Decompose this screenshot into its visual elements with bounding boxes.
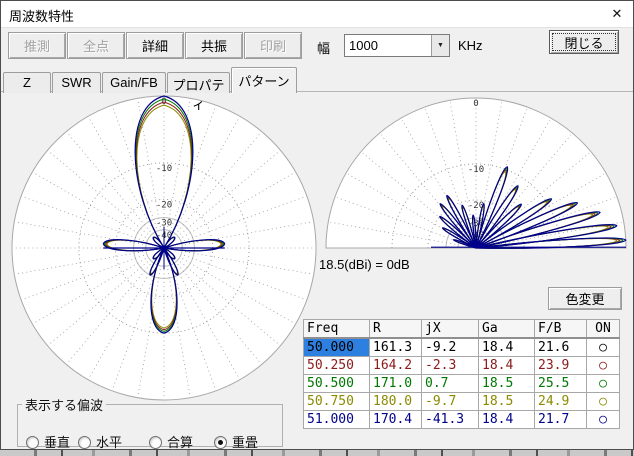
cell-jx[interactable]: -2.3 [422,357,479,375]
radio-circle-icon[interactable] [149,436,162,449]
cell-on[interactable]: ○ [587,338,620,357]
radio-circle-icon[interactable] [214,436,227,449]
table-header-jx: jX [422,320,479,339]
radio-horizontal[interactable]: 水平 [78,432,122,451]
frequency-characteristics-window: 周波数特性 ✕ 推測全点詳細共振印刷 幅 ▼ KHz 閉じる ZSWRGain/… [0,0,634,450]
cell-ga[interactable]: 18.4 [479,338,535,357]
tab-property[interactable]: プロパティ [167,72,230,93]
azimuth-pattern-chart: 0-10-20-30-40 [9,93,319,403]
table-row[interactable]: 50.250164.2-2.318.423.9○ [304,357,620,375]
cell-freq[interactable]: 50.750 [304,393,370,411]
cell-fb[interactable]: 25.5 [535,375,587,393]
radio-label: 重畳 [232,435,258,450]
table-header-ga: Ga [479,320,535,339]
cell-freq[interactable]: 51.000 [304,411,370,429]
svg-text:0: 0 [473,99,478,109]
unit-label: KHz [458,38,483,53]
table-header-r: R [370,320,422,339]
elevation-pattern-chart: 0-10-20-30-40 [321,95,631,253]
chevron-down-icon[interactable]: ▼ [431,35,449,56]
all-points-button: 全点 [67,32,125,59]
cell-fb[interactable]: 21.6 [535,338,587,357]
estimate-button: 推測 [8,32,66,59]
cell-jx[interactable]: 0.7 [422,375,479,393]
radio-sum[interactable]: 合算 [149,432,193,451]
cell-r[interactable]: 164.2 [370,357,422,375]
width-combobox[interactable]: ▼ [344,34,450,57]
cell-fb[interactable]: 24.9 [535,393,587,411]
cell-freq[interactable]: 50.000 [304,338,370,357]
width-label: 幅 [317,38,330,57]
radio-label: 水平 [96,435,122,450]
gain-reference-text: 18.5(dBi) = 0dB [319,257,410,272]
screen: 周波数特性 ✕ 推測全点詳細共振印刷 幅 ▼ KHz 閉じる ZSWRGain/… [0,0,634,456]
tab-gainfb[interactable]: Gain/FB [102,72,166,93]
tab-bar: ZSWRGain/FBプロパティパターン [3,67,298,92]
cell-fb[interactable]: 23.9 [535,357,587,375]
cell-ga[interactable]: 18.5 [479,375,535,393]
resonance-button[interactable]: 共振 [185,32,243,59]
polarization-group: 表示する偏波 垂直 水平 合算 重畳 [17,395,283,447]
cell-jx[interactable]: -9.2 [422,338,479,357]
table-row[interactable]: 50.750180.0-9.718.524.9○ [304,393,620,411]
table-header-fb: F/B [535,320,587,339]
cell-ga[interactable]: 18.4 [479,357,535,375]
radio-label: 合算 [167,435,193,450]
table-header-freq: Freq [304,320,370,339]
tab-swr[interactable]: SWR [52,72,101,93]
title-bar: 周波数特性 ✕ [1,1,633,28]
window-title: 周波数特性 [9,6,74,25]
background-window-strip [0,450,634,456]
radio-label: 垂直 [44,435,70,450]
cell-ga[interactable]: 18.4 [479,411,535,429]
table-header-on: ON [587,320,620,339]
cell-on[interactable]: ○ [587,411,620,429]
cell-r[interactable]: 180.0 [370,393,422,411]
svg-text:-10: -10 [156,164,172,174]
svg-text:-10: -10 [468,165,484,175]
cell-freq[interactable]: 50.500 [304,375,370,393]
cell-jx[interactable]: -9.7 [422,393,479,411]
detail-button[interactable]: 詳細 [126,32,184,59]
cell-on[interactable]: ○ [587,357,620,375]
cell-on[interactable]: ○ [587,375,620,393]
cell-r[interactable]: 170.4 [370,411,422,429]
frequency-table[interactable]: FreqRjXGaF/BON50.000161.3-9.218.421.6○50… [303,319,620,429]
cell-jx[interactable]: -41.3 [422,411,479,429]
tab-z[interactable]: Z [3,72,51,93]
print-button: 印刷 [244,32,302,59]
close-icon[interactable]: ✕ [601,1,633,27]
polarization-group-label: 表示する偏波 [22,395,106,414]
cell-r[interactable]: 171.0 [370,375,422,393]
radio-circle-icon[interactable] [26,436,39,449]
close-dialog-button[interactable]: 閉じる [549,30,619,54]
color-change-button[interactable]: 色変更 [548,287,622,310]
cell-freq[interactable]: 50.250 [304,357,370,375]
cell-on[interactable]: ○ [587,393,620,411]
svg-text:-20: -20 [156,200,172,210]
radio-vertical[interactable]: 垂直 [26,432,70,451]
table-row[interactable]: 50.500171.00.718.525.5○ [304,375,620,393]
table-row[interactable]: 50.000161.3-9.218.421.6○ [304,338,620,357]
radio-overlay[interactable]: 重畳 [214,432,258,451]
width-input[interactable] [347,36,431,55]
radio-circle-icon[interactable] [78,436,91,449]
tab-pattern[interactable]: パターン [231,67,297,93]
cell-fb[interactable]: 21.7 [535,411,587,429]
table-header-row: FreqRjXGaF/BON [304,320,620,339]
cell-r[interactable]: 161.3 [370,338,422,357]
table-row[interactable]: 51.000170.4-41.318.421.7○ [304,411,620,429]
cell-ga[interactable]: 18.5 [479,393,535,411]
